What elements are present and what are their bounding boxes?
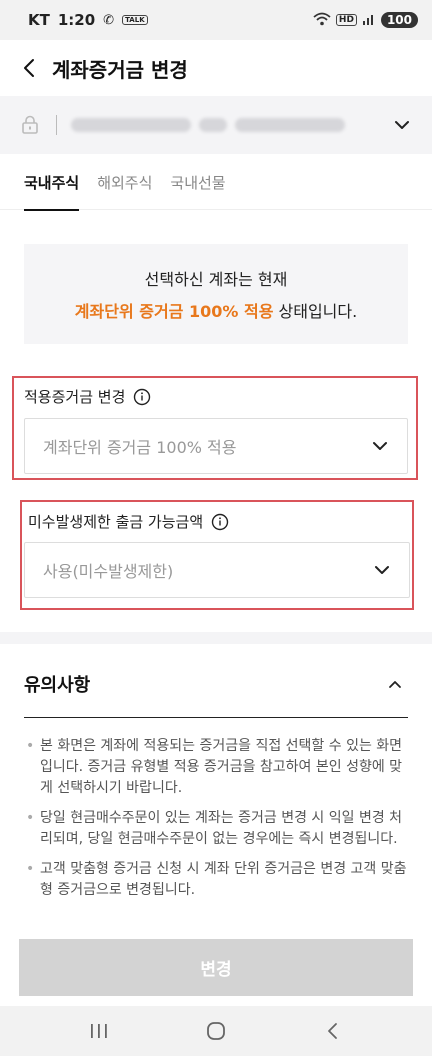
app-header: 계좌증거금 변경 [0, 40, 432, 96]
market-tabs: 국내주식 해외주식 국내선물 [0, 154, 432, 211]
recent-apps-icon [90, 1024, 107, 1038]
chevron-up-icon [389, 680, 401, 688]
status-left: KT 1:20 ✆ TALK [28, 11, 148, 29]
margin-change-section: 적용증거금 변경 계좌단위 증거금 100% 적용 [12, 376, 418, 480]
back-icon [328, 1023, 338, 1039]
account-separator [56, 115, 57, 135]
margin-select[interactable]: 계좌단위 증거금 100% 적용 [24, 418, 408, 474]
hd-icon: HD [335, 14, 357, 26]
back-arrow-icon [24, 59, 34, 77]
notification-icon: ✆ [103, 12, 115, 28]
info-icon[interactable] [133, 388, 151, 406]
notice-line-1: 선택하신 계좌는 현재 [144, 270, 288, 289]
status-right: HD 100 [313, 12, 418, 29]
caution-item: 고객 맞춤형 증거금 신청 시 계좌 단위 증거금은 변경 고객 맞춤형 증거금… [24, 859, 412, 901]
carrier: KT [28, 11, 50, 29]
caution-header[interactable]: 유의사항 [24, 650, 408, 718]
section-divider [0, 632, 432, 644]
info-icon[interactable] [211, 513, 229, 531]
chevron-down-icon [375, 566, 389, 574]
clock: 1:20 [57, 11, 96, 29]
system-back-button[interactable] [313, 1011, 353, 1051]
masked-block [235, 118, 345, 132]
masked-block [199, 118, 227, 132]
signal-icon [362, 12, 376, 29]
notice-line-2: 계좌단위 증거금 100% 적용 상태입니다. [75, 298, 357, 322]
home-icon [207, 1022, 225, 1040]
masked-block [71, 118, 191, 132]
chevron-down-icon [373, 442, 387, 450]
status-bar: KT 1:20 ✆ TALK HD 100 [0, 0, 432, 40]
tab-domestic-futures[interactable]: 국내선물 [170, 154, 225, 210]
caution-item: 당일 현금매수주문이 있는 계좌는 증거금 변경 시 익일 변경 처리되며, 당… [24, 808, 412, 850]
account-number-masked [71, 118, 345, 132]
caution-title: 유의사항 [24, 674, 91, 696]
notice-highlight: 계좌단위 증거금 100% 적용 [74, 302, 274, 321]
change-button[interactable]: 변경 [19, 939, 413, 996]
notice-suffix: 상태입니다. [273, 302, 358, 321]
margin-change-label-row: 적용증거금 변경 [24, 386, 151, 407]
talk-icon: TALK [122, 15, 148, 25]
lock-icon [22, 115, 38, 134]
wifi-icon [313, 12, 331, 29]
chevron-down-icon [395, 121, 409, 129]
tab-domestic-stock[interactable]: 국내주식 [24, 154, 80, 211]
recent-apps-button[interactable] [79, 1011, 119, 1051]
tab-overseas-stock[interactable]: 해외주식 [97, 154, 152, 210]
withdraw-limit-label-row: 미수발생제한 출금 가능금액 [28, 511, 229, 532]
back-button[interactable] [0, 40, 56, 96]
withdraw-select[interactable]: 사용(미수발생제한) [24, 542, 410, 598]
home-button[interactable] [196, 1011, 236, 1051]
page-title: 계좌증거금 변경 [52, 57, 188, 82]
caution-item: 본 화면은 계좌에 적용되는 증거금을 직접 선택할 수 있는 화면 입니다. … [24, 736, 412, 799]
system-nav-bar [0, 1006, 432, 1056]
margin-select-value: 계좌단위 증거금 100% 적용 [43, 438, 237, 457]
margin-change-label: 적용증거금 변경 [24, 388, 126, 406]
withdraw-limit-section: 미수발생제한 출금 가능금액 사용(미수발생제한) [20, 500, 414, 610]
withdraw-limit-label: 미수발생제한 출금 가능금액 [28, 513, 204, 531]
battery-indicator: 100 [380, 12, 418, 28]
status-notice: 선택하신 계좌는 현재 계좌단위 증거금 100% 적용 상태입니다. [24, 244, 408, 344]
caution-list: 본 화면은 계좌에 적용되는 증거금을 직접 선택할 수 있는 화면 입니다. … [24, 736, 412, 932]
account-selector[interactable] [0, 96, 432, 154]
withdraw-select-value: 사용(미수발생제한) [43, 562, 174, 581]
